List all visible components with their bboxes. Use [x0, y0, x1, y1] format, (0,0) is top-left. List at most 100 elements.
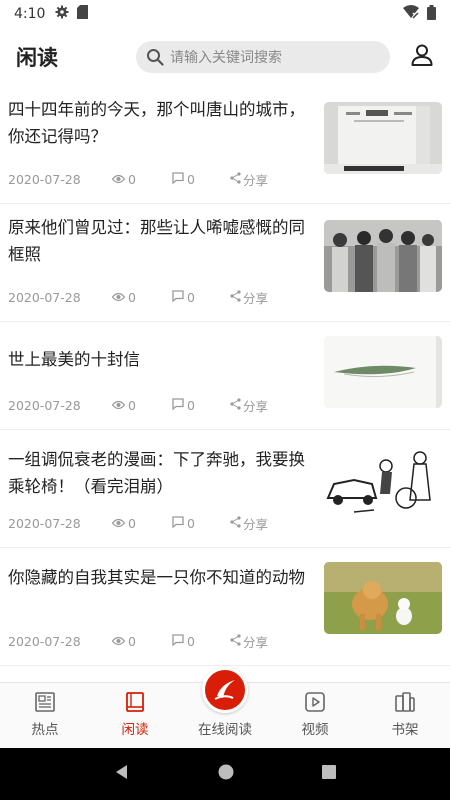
article-meta: 2020-07-28 0 0 分享	[8, 396, 268, 415]
view-count: 0	[111, 172, 172, 187]
article-title: 一组调侃衰老的漫画：下了奔驰，我要换乘轮椅！（看完泪崩）	[8, 450, 305, 496]
back-icon[interactable]	[113, 763, 131, 785]
tab-label: 热点	[31, 722, 59, 738]
share-icon	[230, 290, 241, 305]
list-item[interactable]: 世上最美的十封信 2020-07-28 0 0 分享	[0, 322, 450, 430]
share-label: 分享	[243, 173, 269, 188]
comment-count[interactable]: 0	[172, 516, 230, 531]
user-button[interactable]	[410, 43, 434, 71]
page-title: 闲读	[16, 46, 58, 70]
article-title: 四十四年前的今天，那个叫唐山的城市，你还记得吗？	[8, 100, 305, 146]
share-icon	[230, 172, 241, 187]
share-label: 分享	[243, 291, 269, 306]
view-count-value: 0	[128, 398, 136, 413]
comment-icon	[172, 290, 184, 305]
view-count: 0	[111, 398, 172, 413]
play-icon	[304, 691, 326, 713]
eye-icon	[111, 634, 126, 649]
view-count-value: 0	[128, 634, 136, 649]
comment-count[interactable]: 0	[172, 172, 230, 187]
tab-video[interactable]: 视频	[270, 683, 360, 748]
share-label: 分享	[243, 517, 269, 532]
share-button[interactable]: 分享	[230, 396, 268, 415]
app-header: 闲读 请输入关键词搜索	[0, 28, 450, 86]
user-icon	[410, 43, 434, 71]
comment-count-value: 0	[187, 516, 195, 531]
app-logo-icon	[202, 667, 248, 713]
gear-icon	[55, 5, 69, 23]
article-title: 你隐藏的自我其实是一只你不知道的动物	[8, 568, 305, 587]
comment-icon	[172, 398, 184, 413]
eye-icon	[111, 290, 126, 305]
book-icon	[124, 691, 146, 713]
article-thumbnail[interactable]	[324, 220, 442, 292]
eye-icon	[111, 172, 126, 187]
comment-icon	[172, 516, 184, 531]
home-icon[interactable]	[217, 763, 235, 785]
article-meta: 2020-07-28 0 0 分享	[8, 632, 268, 651]
comment-count[interactable]: 0	[172, 634, 230, 649]
bottom-tab-bar: 热点 闲读 在线阅读 视频 书架	[0, 667, 450, 748]
article-meta: 2020-07-28 0 0 分享	[8, 288, 268, 307]
tab-label: 书架	[391, 722, 419, 738]
tab-label: 视频	[301, 722, 329, 738]
comment-count[interactable]: 0	[172, 290, 230, 305]
tab-hot[interactable]: 热点	[0, 683, 90, 748]
comment-count-value: 0	[187, 172, 195, 187]
comment-count-value: 0	[187, 398, 195, 413]
share-button[interactable]: 分享	[230, 288, 268, 307]
article-date: 2020-07-28	[8, 516, 81, 531]
view-count-value: 0	[128, 290, 136, 305]
comment-icon	[172, 634, 184, 649]
comment-icon	[172, 172, 184, 187]
list-item[interactable]: 一组调侃衰老的漫画：下了奔驰，我要换乘轮椅！（看完泪崩） 2020-07-28 …	[0, 430, 450, 548]
article-date: 2020-07-28	[8, 290, 81, 305]
status-bar: 4:10	[0, 0, 450, 28]
article-thumbnail[interactable]	[324, 562, 442, 634]
sim-card-icon	[77, 5, 89, 23]
share-button[interactable]: 分享	[230, 514, 268, 533]
comment-count[interactable]: 0	[172, 398, 230, 413]
view-count-value: 0	[128, 172, 136, 187]
article-date: 2020-07-28	[8, 634, 81, 649]
share-button[interactable]: 分享	[230, 632, 268, 651]
wifi-icon	[403, 5, 419, 23]
view-count: 0	[111, 290, 172, 305]
eye-icon	[111, 516, 126, 531]
article-thumbnail[interactable]	[324, 444, 442, 516]
tab-online-reading[interactable]: 在线阅读	[180, 667, 270, 748]
newspaper-icon	[34, 691, 56, 713]
view-count-value: 0	[128, 516, 136, 531]
system-nav-bar	[0, 748, 450, 800]
tab-leisure-reading[interactable]: 闲读	[90, 683, 180, 748]
article-thumbnail[interactable]	[324, 336, 442, 408]
share-icon	[230, 634, 241, 649]
article-title: 原来他们曾见过：那些让人唏嘘感慨的同框照	[8, 218, 305, 264]
eye-icon	[111, 398, 126, 413]
share-icon	[230, 516, 241, 531]
tab-label: 闲读	[121, 722, 149, 738]
search-placeholder: 请输入关键词搜索	[170, 50, 282, 66]
bookshelf-icon	[394, 691, 416, 713]
article-feed[interactable]: 四十四年前的今天，那个叫唐山的城市，你还记得吗？ 2020-07-28 0 0 …	[0, 86, 450, 682]
status-time: 4:10	[14, 6, 46, 22]
list-item[interactable]: 四十四年前的今天，那个叫唐山的城市，你还记得吗？ 2020-07-28 0 0 …	[0, 86, 450, 204]
view-count: 0	[111, 634, 172, 649]
article-date: 2020-07-28	[8, 398, 81, 413]
tab-label: 在线阅读	[198, 722, 252, 738]
share-label: 分享	[243, 635, 269, 650]
share-label: 分享	[243, 399, 269, 414]
tab-bookshelf[interactable]: 书架	[360, 683, 450, 748]
search-input[interactable]: 请输入关键词搜索	[136, 41, 390, 73]
share-icon	[230, 398, 241, 413]
article-thumbnail[interactable]	[324, 102, 442, 174]
share-button[interactable]: 分享	[230, 170, 268, 189]
view-count: 0	[111, 516, 172, 531]
article-title: 世上最美的十封信	[8, 350, 140, 369]
article-meta: 2020-07-28 0 0 分享	[8, 514, 268, 533]
recents-icon[interactable]	[321, 764, 337, 784]
article-date: 2020-07-28	[8, 172, 81, 187]
list-item[interactable]: 你隐藏的自我其实是一只你不知道的动物 2020-07-28 0 0 分享	[0, 548, 450, 666]
search-icon	[146, 48, 164, 66]
list-item[interactable]: 原来他们曾见过：那些让人唏嘘感慨的同框照 2020-07-28 0 0 分享	[0, 204, 450, 322]
